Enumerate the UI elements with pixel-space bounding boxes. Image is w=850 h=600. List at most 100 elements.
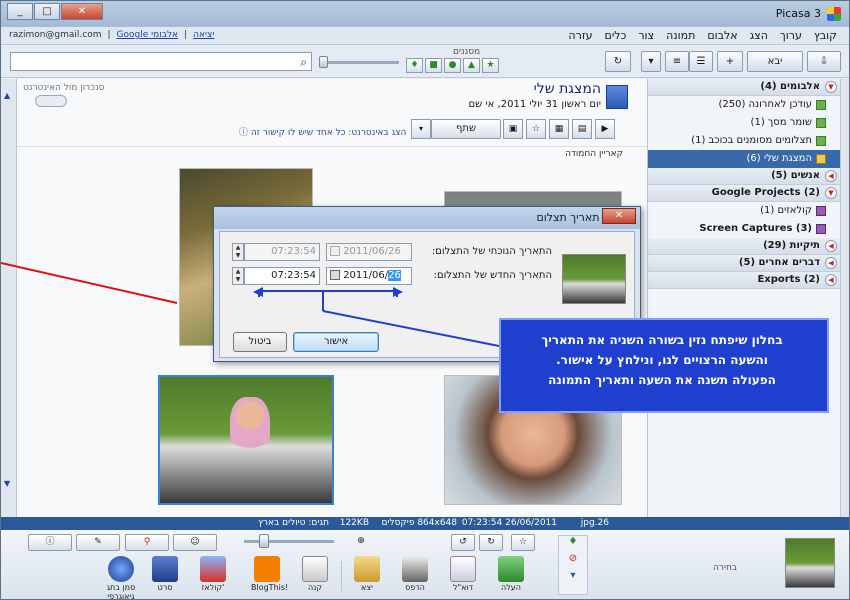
cancel-button[interactable]: ביטול [233,332,287,352]
rotate-icon[interactable]: ↻ [605,51,631,72]
menu-edit[interactable]: ערוך [780,29,802,42]
tree-item-collages[interactable]: קולאזים (1) [648,202,840,220]
menu-album[interactable]: אלבום [707,29,737,42]
clear-icon[interactable]: ⊘ [559,553,587,564]
share-note[interactable]: הצג באינטרנט: כל אחד שיש לו קישור זה ⓘ [239,125,406,138]
list-view-icon[interactable]: ≡ [665,51,689,72]
menu-file[interactable]: קובץ [814,29,837,42]
upload-icon [498,556,524,582]
play-icon[interactable]: ▶ [595,119,615,139]
logout-link[interactable]: יציאה [193,30,214,40]
tree-group-folders[interactable]: ◀ תיקיות (29) [648,238,840,255]
tree-item-recent[interactable]: עודכן לאחרונה (250) [648,96,840,114]
minimize-button[interactable]: _ [7,3,33,20]
star-icon[interactable]: ☆ [511,534,535,551]
pin-filter-icon[interactable]: ♦ [406,58,423,73]
add-icon[interactable]: + [717,51,743,72]
thumb-view-icon[interactable]: ☰ [689,51,713,72]
filter-slider-track[interactable] [323,61,399,64]
print-button[interactable]: הדפס [399,556,431,592]
photo-thumbnail-selected[interactable] [158,375,334,505]
blogthis-button[interactable]: BlogThis! [251,556,288,592]
zoom-slider-knob[interactable] [259,534,269,548]
upload-button[interactable]: העלה [495,556,527,592]
tree-group-albums[interactable]: ▼ אלבומים (4) [648,79,840,96]
scroll-up-icon[interactable]: ▲ [4,91,13,100]
tree-item-screen-captures[interactable]: Screen Captures (3) [648,220,840,238]
new-time-field[interactable]: 07:23:54 [244,267,320,285]
web-albums-link[interactable]: אלבומי Google [117,30,179,40]
collage-button[interactable]: קולאז' [197,556,229,592]
new-date-field[interactable]: 2011/06/26 [326,267,412,285]
collapse-icon[interactable]: ▼ [825,187,837,199]
app-title: Picasa 3 [775,7,821,20]
movie-icon[interactable]: ▦ [549,119,569,139]
tree-item-starred[interactable]: תצלומים מסומנים בכוכב (1) [648,132,840,150]
menu-view[interactable]: הצג [750,29,768,42]
view-dropdown-icon[interactable]: ▾ [641,51,661,72]
toolbar: ⌕ מסננים ♦ ■ ● ▲ ★ ↻ ▾ ≡ ☰ + יבא ⇩ [1,46,849,78]
tree-item-my-slideshow[interactable]: המצגת שלי (6) [648,150,840,168]
email-button[interactable]: דוא"ל [447,556,479,592]
share-dropdown-icon[interactable]: ▾ [411,119,431,139]
dialog-close-button[interactable]: ✕ [602,208,636,224]
film-icon [152,556,178,582]
shop-button[interactable]: קנה [299,556,331,592]
rotate-left-icon[interactable]: ↺ [451,534,475,551]
blogger-icon [254,556,280,582]
zoom-icon[interactable]: ⊕ [349,534,373,551]
menu-tools[interactable]: כלים [605,29,627,42]
shop-icon [302,556,328,582]
tree-item-screensaver[interactable]: שומר מסך (1) [648,114,840,132]
library-tree: ▼ אלבומים (4) עודכן לאחרונה (250) שומר מ… [647,79,840,519]
tree-group-exports[interactable]: ◀ Exports (2) [648,272,840,289]
close-button[interactable]: ✕ [61,3,103,20]
vertical-scrollbar[interactable]: ▲ ▼ [1,79,17,519]
google-earth-icon [108,556,134,582]
export-button[interactable]: יצא [351,556,383,592]
people-icon[interactable]: ☺ [173,534,217,551]
geotag-button[interactable]: סמן בתג גיאוגרפי [99,556,143,599]
expand-icon[interactable]: ◀ [825,257,837,269]
tree-group-google-projects[interactable]: ▼ Google Projects (2) [648,185,840,202]
zoom-slider-track[interactable] [244,540,334,543]
upload-filter-icon[interactable]: ▲ [463,58,480,73]
add-to-album-icon[interactable]: ▾ [559,570,587,581]
maximize-button[interactable]: □ [34,3,60,20]
expand-icon[interactable]: ◀ [825,240,837,252]
tray-photo-thumbnail[interactable] [785,538,835,588]
tree-group-other[interactable]: ◀ דברים אחרים (5) [648,255,840,272]
star-filter-icon[interactable]: ★ [482,58,499,73]
search-input[interactable]: ⌕ [10,52,312,71]
share-button[interactable]: שתף [431,119,501,139]
expand-icon[interactable]: ◀ [825,274,837,286]
collage-icon[interactable]: ▤ [572,119,592,139]
expand-icon[interactable]: ◀ [825,170,837,182]
movie-button[interactable]: סרט [149,556,181,592]
places-pin-icon[interactable]: ⚲ [125,534,169,551]
hold-pin-icon[interactable]: ♦ [559,536,587,547]
import-icon[interactable]: ⇩ [807,51,841,72]
collapse-icon[interactable]: ▼ [825,81,837,93]
time-spinner-icon[interactable]: ▲ ▼ [232,267,244,285]
ok-button[interactable]: אישור [293,332,379,352]
rotate-right-icon[interactable]: ↻ [479,534,503,551]
menu-create[interactable]: צור [638,29,654,42]
import-button[interactable]: יבא [747,51,803,72]
album-icon [816,136,826,146]
tree-group-people[interactable]: ◀ אנשים (5) [648,168,840,185]
sync-toggle[interactable] [35,95,67,107]
menu-help[interactable]: עזרה [568,29,592,42]
picasa-window: _ □ ✕ Picasa 3 קובץ ערוך הצג אלבום תמונה… [0,0,850,600]
tags-icon[interactable]: ✎ [76,534,120,551]
scroll-down-icon[interactable]: ▼ [4,479,13,488]
save-icon[interactable]: ▣ [503,119,523,139]
people-filter-icon[interactable]: ● [444,58,461,73]
tree-scrollbar[interactable] [840,79,849,519]
star-icon[interactable]: ☆ [526,119,546,139]
divider [17,146,647,147]
info-icon[interactable]: ⓘ [28,534,72,551]
menu-picture[interactable]: תמונה [666,29,695,42]
filter-slider-knob[interactable] [319,56,328,68]
video-filter-icon[interactable]: ■ [425,58,442,73]
